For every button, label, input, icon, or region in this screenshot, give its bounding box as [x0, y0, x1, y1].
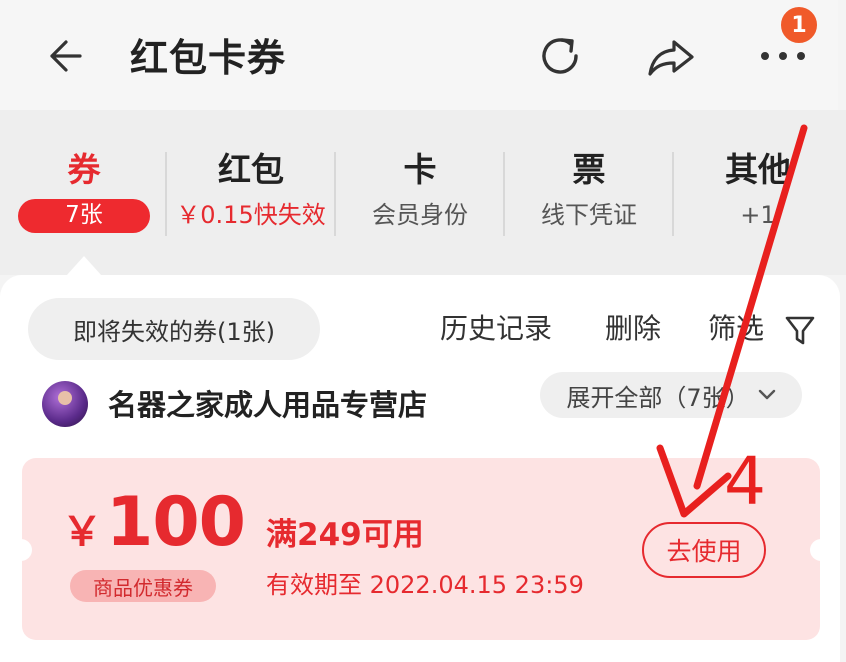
- tab-subtitle: +1: [740, 201, 776, 229]
- coupon-currency: ￥: [62, 509, 102, 555]
- back-arrow-icon[interactable]: [40, 32, 88, 80]
- tab-cards[interactable]: 卡 会员身份: [336, 145, 504, 233]
- tab-subtitle: ￥0.15快失效: [176, 201, 326, 229]
- notification-badge: 1: [778, 4, 820, 46]
- tab-other[interactable]: 其他 +1: [674, 145, 842, 233]
- coupon-notch: [810, 539, 828, 561]
- delete-link[interactable]: 删除: [605, 307, 661, 351]
- page-title: 红包卡券: [130, 36, 287, 80]
- expand-all-label: 展开全部（7张）: [566, 383, 750, 412]
- history-link[interactable]: 历史记录: [440, 307, 552, 351]
- tab-title: 卡: [403, 150, 437, 189]
- tab-coupons[interactable]: 券 7张: [0, 145, 168, 233]
- category-tabs: 券 7张 红包 ￥0.15快失效 卡 会员身份 票 线下凭证 其他 +1: [0, 110, 846, 276]
- tab-subtitle: 线下凭证: [541, 201, 637, 229]
- tab-tickets[interactable]: 票 线下凭证: [505, 145, 673, 233]
- annotation-step-number: 4: [724, 443, 766, 520]
- refresh-icon[interactable]: [532, 28, 588, 84]
- tab-red-packets[interactable]: 红包 ￥0.15快失效: [167, 145, 335, 233]
- tab-title: 红包: [218, 150, 284, 189]
- tab-subtitle: 会员身份: [372, 201, 468, 229]
- coupon-condition: 满249可用: [266, 517, 424, 553]
- top-bar: 红包卡券 1: [0, 0, 838, 110]
- count-pill: 7张: [18, 199, 150, 233]
- store-avatar[interactable]: [42, 381, 88, 427]
- filter-icon[interactable]: [784, 314, 816, 348]
- tab-title: 票: [572, 150, 606, 189]
- tab-title: 券: [67, 150, 101, 189]
- share-icon[interactable]: [643, 28, 699, 84]
- expiring-coupons-filter[interactable]: 即将失效的券(1张): [28, 298, 320, 360]
- coupon-validity: 有效期至 2022.04.15 23:59: [266, 571, 584, 599]
- store-name[interactable]: 名器之家成人用品专营店: [108, 383, 427, 427]
- tab-title: 其他: [725, 150, 791, 189]
- expand-all-button[interactable]: 展开全部（7张）: [540, 372, 802, 418]
- use-coupon-button[interactable]: 去使用: [642, 522, 766, 578]
- filter-link[interactable]: 筛选: [708, 307, 764, 351]
- coupon-type-badge: 商品优惠券: [70, 570, 216, 602]
- active-tab-pointer: [66, 256, 102, 276]
- coupon-amount: 100: [106, 483, 246, 562]
- chevron-down-icon: [758, 389, 775, 400]
